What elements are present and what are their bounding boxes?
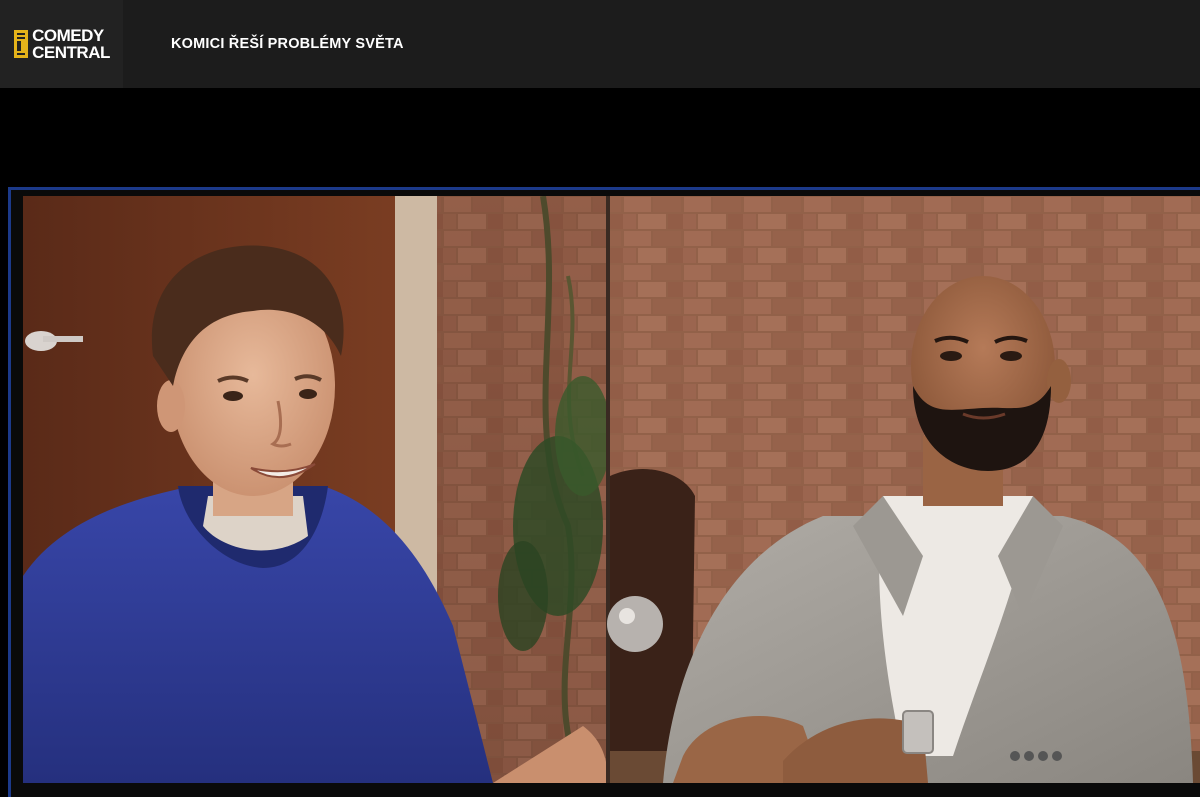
logo-inner: COMEDY CENTRAL [13, 27, 110, 61]
video-frame[interactable] [23, 196, 1200, 783]
logo-wordmark: COMEDY CENTRAL [32, 27, 110, 61]
show-title-link[interactable]: KOMICI ŘEŠÍ PROBLÉMY SVĚTA [171, 36, 404, 52]
logo-line-2: CENTRAL [32, 43, 110, 62]
comedy-central-logo[interactable]: COMEDY CENTRAL [0, 0, 123, 88]
logo-line-1: COMEDY [32, 26, 104, 45]
video-still [23, 196, 1200, 783]
comedy-central-c-icon [14, 30, 29, 58]
top-navigation-bar: COMEDY CENTRAL KOMICI ŘEŠÍ PROBLÉMY SVĚT… [0, 0, 1200, 88]
